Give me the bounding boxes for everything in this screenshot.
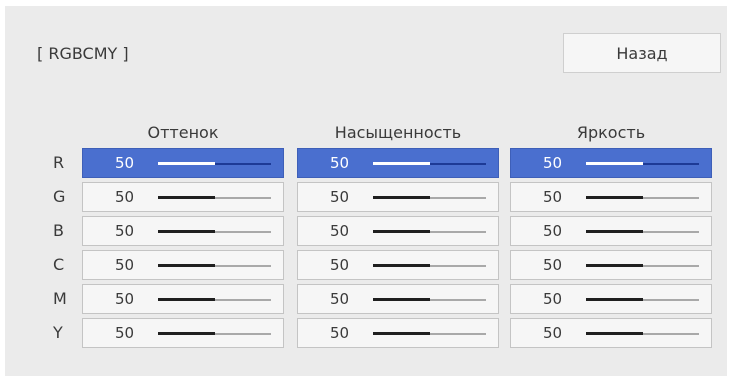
slider-c-brightness[interactable]: 50 bbox=[510, 250, 712, 280]
slider-fill bbox=[586, 332, 643, 335]
slider-m-hue[interactable]: 50 bbox=[82, 284, 284, 314]
slider-c-hue[interactable]: 50 bbox=[82, 250, 284, 280]
rgbcmy-panel: [ RGBCMY ] Назад Оттенок Насыщенность Яр… bbox=[5, 6, 727, 376]
slider-value: 50 bbox=[330, 154, 350, 172]
column-header-brightness: Яркость bbox=[576, 123, 646, 142]
slider-fill bbox=[373, 162, 430, 165]
row-label-c: C bbox=[53, 255, 65, 274]
slider-g-saturation[interactable]: 50 bbox=[297, 182, 499, 212]
slider-value: 50 bbox=[330, 188, 350, 206]
row-label-y: Y bbox=[53, 323, 63, 342]
slider-m-brightness[interactable]: 50 bbox=[510, 284, 712, 314]
slider-g-hue[interactable]: 50 bbox=[82, 182, 284, 212]
slider-fill bbox=[373, 298, 430, 301]
row-label-m: M bbox=[53, 289, 67, 308]
slider-fill bbox=[373, 264, 430, 267]
slider-value: 50 bbox=[543, 154, 563, 172]
slider-value: 50 bbox=[330, 290, 350, 308]
panel-title: [ RGBCMY ] bbox=[37, 44, 129, 63]
slider-fill bbox=[158, 162, 215, 165]
slider-value: 50 bbox=[543, 256, 563, 274]
slider-fill bbox=[158, 264, 215, 267]
slider-b-brightness[interactable]: 50 bbox=[510, 216, 712, 246]
slider-c-saturation[interactable]: 50 bbox=[297, 250, 499, 280]
slider-value: 50 bbox=[115, 290, 135, 308]
slider-b-hue[interactable]: 50 bbox=[82, 216, 284, 246]
slider-m-saturation[interactable]: 50 bbox=[297, 284, 499, 314]
slider-value: 50 bbox=[330, 324, 350, 342]
slider-r-brightness[interactable]: 50 bbox=[510, 148, 712, 178]
slider-fill bbox=[586, 162, 643, 165]
slider-fill bbox=[158, 298, 215, 301]
slider-fill bbox=[586, 230, 643, 233]
slider-value: 50 bbox=[330, 256, 350, 274]
slider-fill bbox=[586, 264, 643, 267]
column-header-hue: Оттенок bbox=[147, 123, 219, 142]
slider-value: 50 bbox=[115, 324, 135, 342]
slider-value: 50 bbox=[330, 222, 350, 240]
slider-fill bbox=[158, 332, 215, 335]
slider-value: 50 bbox=[543, 290, 563, 308]
slider-value: 50 bbox=[115, 154, 135, 172]
slider-fill bbox=[586, 298, 643, 301]
slider-fill bbox=[586, 196, 643, 199]
slider-y-brightness[interactable]: 50 bbox=[510, 318, 712, 348]
slider-value: 50 bbox=[115, 256, 135, 274]
slider-fill bbox=[373, 230, 430, 233]
row-label-g: G bbox=[53, 187, 66, 206]
slider-value: 50 bbox=[115, 188, 135, 206]
slider-y-hue[interactable]: 50 bbox=[82, 318, 284, 348]
slider-value: 50 bbox=[543, 324, 563, 342]
back-button[interactable]: Назад bbox=[563, 33, 721, 73]
slider-g-brightness[interactable]: 50 bbox=[510, 182, 712, 212]
slider-y-saturation[interactable]: 50 bbox=[297, 318, 499, 348]
row-label-r: R bbox=[53, 153, 65, 172]
slider-b-saturation[interactable]: 50 bbox=[297, 216, 499, 246]
column-header-saturation: Насыщенность bbox=[334, 123, 462, 142]
row-label-b: B bbox=[53, 221, 64, 240]
slider-fill bbox=[373, 332, 430, 335]
slider-fill bbox=[373, 196, 430, 199]
slider-r-saturation[interactable]: 50 bbox=[297, 148, 499, 178]
slider-value: 50 bbox=[543, 188, 563, 206]
slider-value: 50 bbox=[543, 222, 563, 240]
slider-value: 50 bbox=[115, 222, 135, 240]
slider-fill bbox=[158, 230, 215, 233]
slider-fill bbox=[158, 196, 215, 199]
slider-r-hue[interactable]: 50 bbox=[82, 148, 284, 178]
